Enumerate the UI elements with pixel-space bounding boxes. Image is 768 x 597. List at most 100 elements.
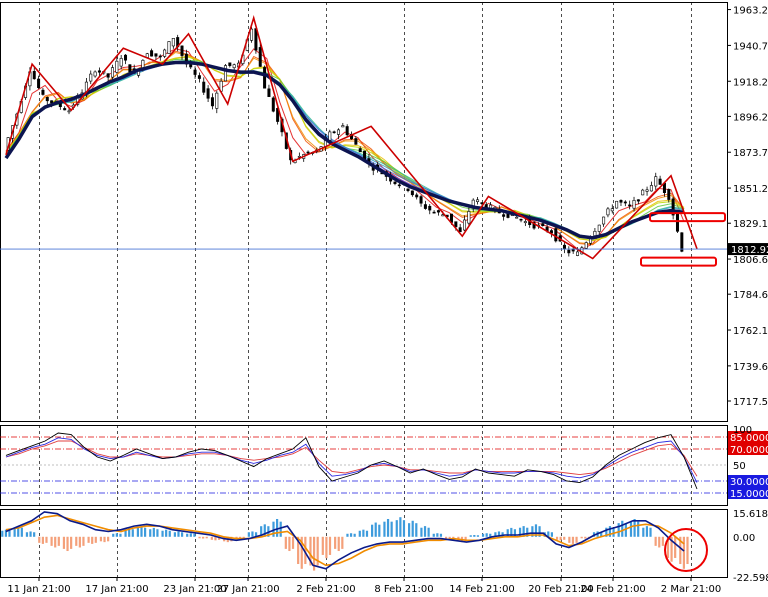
candle-body [41,89,45,95]
macd-histogram-bar [173,532,176,537]
candle-body [571,249,575,252]
candle-body [202,81,206,93]
candle-body [150,50,154,57]
x-tick-label: 24 Feb 21:00 [580,584,646,595]
candle-body [32,71,36,80]
candle-body [189,64,193,68]
macd-histogram-bar [469,535,472,537]
macd-histogram-bar [161,530,164,537]
candle-body [419,196,423,204]
candle-body [37,78,41,89]
macd-histogram-bar [54,536,57,548]
macd-histogram-bar [20,527,23,537]
macd-histogram-bar [291,536,295,549]
y-tick-label: 1851.20 [733,184,768,195]
candle-body [467,211,471,224]
x-tick-label: 11 Jan 21:00 [7,584,70,595]
macd-histogram-bar [57,536,60,546]
macd-histogram-bar [637,521,640,537]
panel-frame-1 [0,425,728,506]
candle-body [306,151,310,154]
panel-frame-2 [0,509,728,578]
candle-body [680,232,684,252]
candle-body [119,58,123,67]
candle-body [654,176,658,187]
candle-body [428,205,432,211]
grid [0,2,728,578]
macd-y-label: -22.5988 [733,573,768,584]
candle-body [515,216,519,219]
macd-histogram-bar [654,536,657,546]
candle-body [163,49,167,57]
y-tick-label: 1963.25 [733,6,768,17]
macd-histogram-bar [349,533,353,537]
candle-body [541,223,545,227]
macd-histogram-bar [674,536,677,558]
macd-histogram-bar [341,536,344,549]
candle-body [410,190,414,196]
candle-body [393,181,397,184]
macd-histogram-bar [686,536,689,565]
macd-histogram-bar [149,529,152,537]
candle-body [519,218,523,221]
osc-level-label: 30.0000 [730,477,768,488]
target-zone-box [640,256,717,267]
candle-body [50,100,54,104]
macd-histogram-bar [436,533,439,537]
y-tick-label: 1896.20 [733,112,768,123]
candle-body [632,200,636,209]
candle-body [97,70,101,73]
macd-histogram-bar [210,536,213,540]
macd-histogram-bar [559,536,562,541]
candle-body [332,131,336,134]
candle-body [615,200,619,209]
macd-histogram-bar [107,536,110,542]
oscillator-panel: 85.000070.000030.000015.000050100 [0,425,768,500]
candle-body [641,189,645,196]
macd-histogram-bar [358,530,361,537]
candle-body [667,189,671,200]
candle-body [576,251,580,256]
macd-histogram-bar [427,527,430,537]
x-tick-label: 27 Jan 21:00 [216,584,279,595]
y-tick-label: 1940.75 [733,41,768,52]
candle-body [628,204,632,207]
candle-body [675,213,679,232]
macd-y-label: 0.00 [733,533,755,544]
candle-body [567,249,571,254]
macd-histogram-bar [682,536,685,569]
candle-body [232,64,236,69]
macd-histogram-bar [473,535,476,537]
candle-body [397,184,401,187]
macd-histogram-bar [365,530,369,537]
macd-histogram-bar [374,522,377,537]
candle-body [423,204,427,209]
candle-body [593,230,597,236]
candle-body [610,208,614,212]
macd-histogram-bar [325,536,328,559]
macd-histogram-bar [328,536,332,555]
macd-histogram-bar [284,536,287,549]
candle-body [63,108,67,111]
macd-histogram-bar [193,533,196,537]
macd-histogram-bar [38,536,41,543]
candle-body [476,199,480,202]
macd-histogram-bar [41,536,44,544]
macd-histogram-bar [288,536,291,552]
macd-histogram-bar [337,536,340,552]
candle-body [250,28,254,41]
candle-body [554,228,558,242]
macd-histogram-bar [75,536,78,546]
candle-body [406,188,410,191]
candle-body [158,55,162,58]
macd-histogram-bar [247,532,250,537]
macd-histogram-bar [617,523,620,537]
x-tick-label: 2 Mar 21:00 [661,584,721,595]
candle-body [623,201,627,204]
candle-body [193,69,197,75]
macd-histogram-bar [399,517,402,537]
macd-histogram-bar [362,529,365,537]
macd-histogram-bar [202,536,205,539]
candle-body [171,37,175,47]
x-tick-label: 2 Feb 21:00 [296,584,355,595]
